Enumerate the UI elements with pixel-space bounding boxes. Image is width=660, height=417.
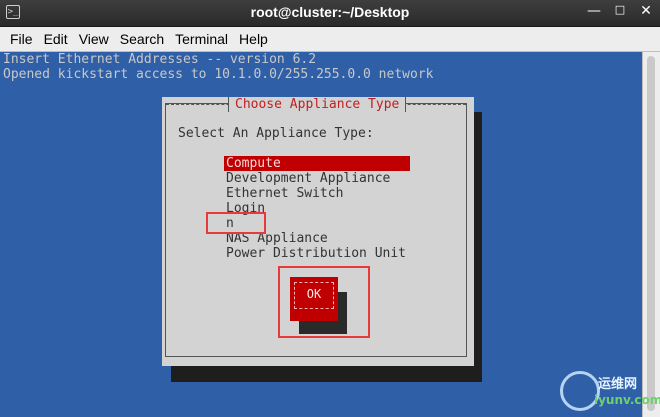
maximize-icon[interactable]: □ xyxy=(610,3,630,23)
close-icon[interactable]: ✕ xyxy=(636,3,656,23)
menu-file[interactable]: File xyxy=(9,31,34,47)
annotation-box-ok xyxy=(278,266,370,338)
title-bar[interactable]: >_ root@cluster:~/Desktop — □ ✕ xyxy=(0,0,660,27)
menu-terminal[interactable]: Terminal xyxy=(174,31,229,47)
dialog-prompt: Select An Appliance Type: xyxy=(178,126,374,141)
window-title: root@cluster:~/Desktop xyxy=(250,4,410,20)
terminal-line: Opened kickstart access to 10.1.0.0/255.… xyxy=(3,67,434,82)
terminal-window: >_ root@cluster:~/Desktop — □ ✕ File Edi… xyxy=(0,0,660,417)
watermark-text: 运维网 xyxy=(598,377,638,392)
terminal-line: Insert Ethernet Addresses -- version 6.2 xyxy=(3,52,317,67)
watermark-url: iyunv.com xyxy=(594,393,660,407)
vertical-scrollbar[interactable] xyxy=(642,52,660,417)
menu-help[interactable]: Help xyxy=(238,31,269,47)
menu-view[interactable]: View xyxy=(78,31,110,47)
list-item[interactable]: Ethernet Switch xyxy=(224,186,410,201)
scrollbar-thumb[interactable] xyxy=(647,56,655,411)
menu-bar: File Edit View Search Terminal Help xyxy=(0,27,660,52)
watermark-logo: 运维网 iyunv.com xyxy=(560,371,660,415)
annotation-box-option xyxy=(206,212,266,234)
list-item[interactable]: Compute xyxy=(224,156,410,171)
list-item[interactable]: Power Distribution Unit xyxy=(224,246,410,261)
minimize-icon[interactable]: — xyxy=(584,3,604,23)
dialog-title: Choose Appliance Type xyxy=(228,97,407,112)
menu-edit[interactable]: Edit xyxy=(43,31,69,47)
list-item[interactable]: Development Appliance xyxy=(224,171,410,186)
menu-search[interactable]: Search xyxy=(119,31,165,47)
appliance-list[interactable]: Compute Development Appliance Ethernet S… xyxy=(224,156,410,261)
